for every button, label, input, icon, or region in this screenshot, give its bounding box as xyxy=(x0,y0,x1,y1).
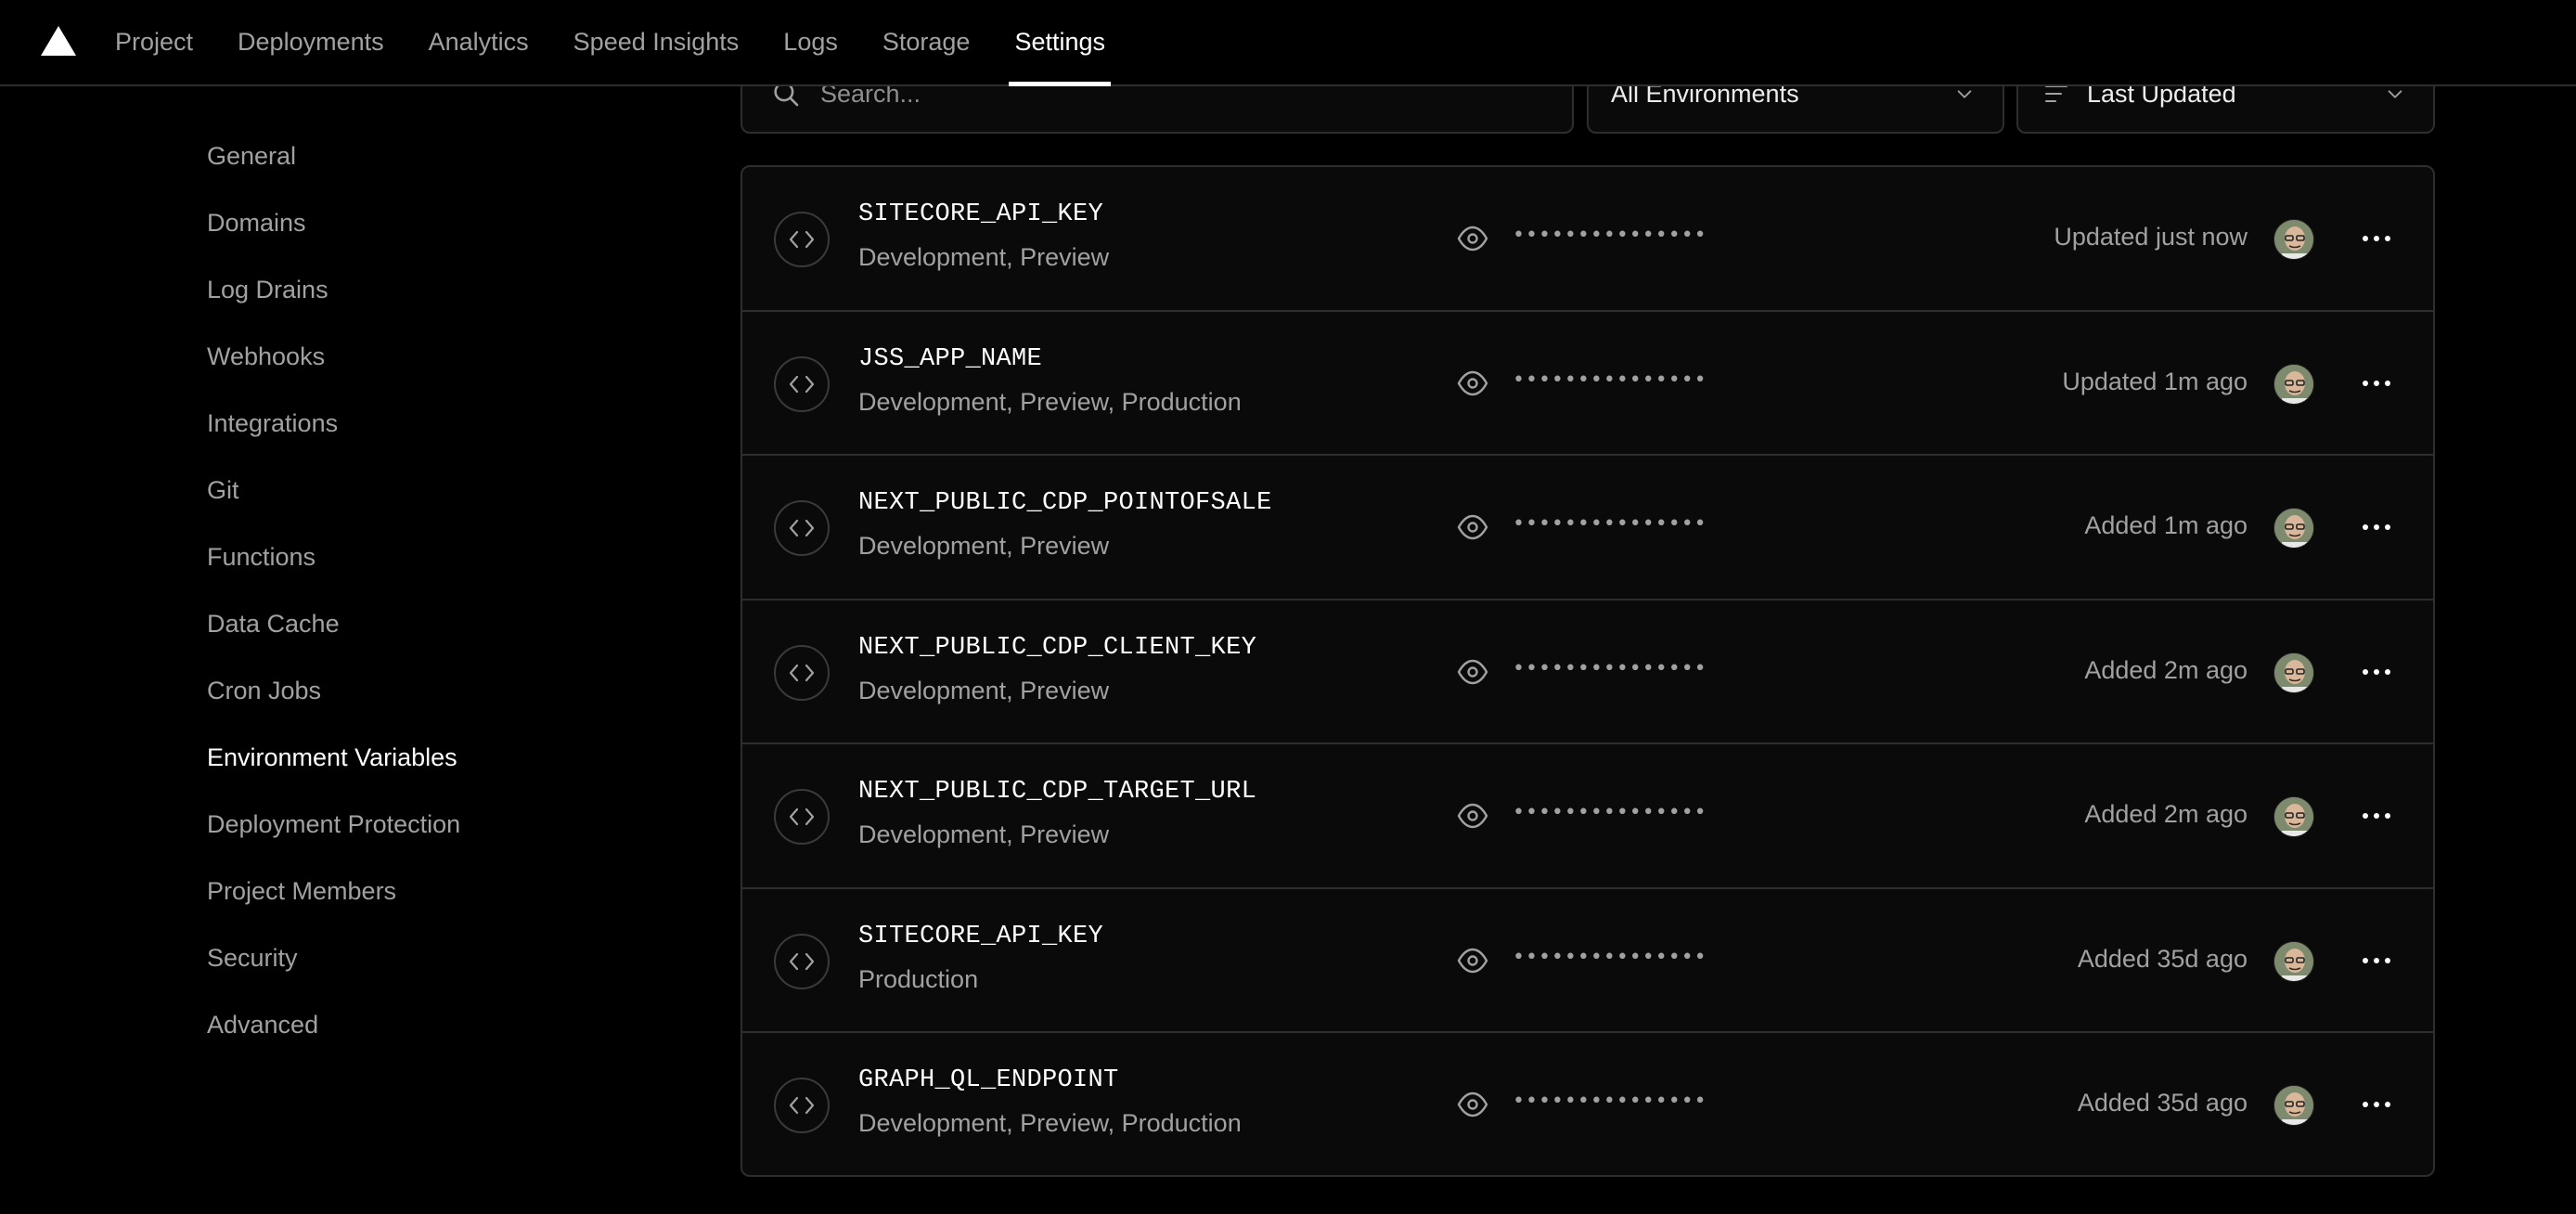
sidebar-item-data-cache[interactable]: Data Cache xyxy=(207,590,671,657)
env-variable-row[interactable]: NEXT_PUBLIC_CDP_TARGET_URL Development, … xyxy=(742,744,2433,889)
more-options-button[interactable] xyxy=(2363,802,2390,830)
updated-timestamp: Updated 1m ago xyxy=(2062,367,2248,395)
variable-environments: Development, Preview, Production xyxy=(858,1109,1242,1137)
masked-value: ••••••••••••••• xyxy=(1513,224,1707,247)
user-avatar[interactable] xyxy=(2273,796,2314,837)
code-icon xyxy=(774,355,830,412)
masked-value: ••••••••••••••• xyxy=(1513,1090,1707,1113)
eye-icon[interactable] xyxy=(1457,947,1488,975)
code-icon xyxy=(774,789,830,845)
variable-name: NEXT_PUBLIC_CDP_TARGET_URL xyxy=(858,778,1257,806)
nav-tab-deployments[interactable]: Deployments xyxy=(238,0,384,84)
eye-icon[interactable] xyxy=(1457,369,1488,397)
sidebar-item-domains[interactable]: Domains xyxy=(207,189,671,256)
sidebar-item-cron-jobs[interactable]: Cron Jobs xyxy=(207,657,671,724)
variable-name: NEXT_PUBLIC_CDP_CLIENT_KEY xyxy=(858,633,1257,662)
more-options-button[interactable] xyxy=(2363,1091,2390,1118)
masked-value: ••••••••••••••• xyxy=(1513,656,1707,680)
variable-name: SITECORE_API_KEY xyxy=(858,922,1104,950)
settings-sidebar: General Domains Log Drains Webhooks Inte… xyxy=(207,123,671,1058)
sidebar-item-project-members[interactable]: Project Members xyxy=(207,858,671,924)
code-icon xyxy=(774,933,830,989)
variable-environments: Development, Preview xyxy=(858,820,1110,848)
sidebar-item-log-drains[interactable]: Log Drains xyxy=(207,256,671,323)
top-header: Project Deployments Analytics Speed Insi… xyxy=(0,0,2576,86)
more-options-button[interactable] xyxy=(2363,513,2390,541)
more-options-button[interactable] xyxy=(2363,369,2390,397)
nav-tab-project[interactable]: Project xyxy=(115,0,193,84)
masked-value: ••••••••••••••• xyxy=(1513,801,1707,824)
user-avatar[interactable] xyxy=(2273,1085,2314,1126)
masked-value: ••••••••••••••• xyxy=(1513,512,1707,536)
sidebar-item-webhooks[interactable]: Webhooks xyxy=(207,323,671,390)
variable-environments: Development, Preview, Production xyxy=(858,387,1242,416)
user-avatar[interactable] xyxy=(2273,363,2314,405)
nav-tab-speed-insights[interactable]: Speed Insights xyxy=(573,0,740,84)
updated-timestamp: Added 2m ago xyxy=(2084,800,2248,828)
updated-timestamp: Added 1m ago xyxy=(2084,511,2248,539)
updated-timestamp: Updated just now xyxy=(2054,223,2248,251)
nav-tab-logs[interactable]: Logs xyxy=(783,0,838,84)
sidebar-item-integrations[interactable]: Integrations xyxy=(207,390,671,457)
code-icon xyxy=(774,212,830,267)
env-variable-row[interactable]: NEXT_PUBLIC_CDP_POINTOFSALE Development,… xyxy=(742,456,2433,601)
variable-name: GRAPH_QL_ENDPOINT xyxy=(858,1066,1119,1094)
code-icon xyxy=(774,644,830,701)
user-avatar[interactable] xyxy=(2273,508,2314,549)
variable-environments: Production xyxy=(858,964,979,993)
updated-timestamp: Added 35d ago xyxy=(2077,944,2248,973)
env-variable-row[interactable]: NEXT_PUBLIC_CDP_CLIENT_KEY Development, … xyxy=(742,601,2433,744)
more-options-button[interactable] xyxy=(2363,658,2390,686)
variable-environments: Development, Preview xyxy=(858,676,1110,704)
eye-icon[interactable] xyxy=(1457,802,1488,830)
eye-icon[interactable] xyxy=(1457,658,1488,686)
sidebar-item-security[interactable]: Security xyxy=(207,924,671,991)
user-avatar[interactable] xyxy=(2273,652,2314,693)
sidebar-item-general[interactable]: General xyxy=(207,123,671,189)
variable-environments: Development, Preview xyxy=(858,532,1110,560)
updated-timestamp: Added 2m ago xyxy=(2084,655,2248,684)
chevron-down-icon xyxy=(2388,90,2402,98)
sort-lines-icon xyxy=(2045,85,2067,102)
user-avatar[interactable] xyxy=(2273,219,2314,260)
sidebar-item-environment-variables[interactable]: Environment Variables xyxy=(207,724,671,791)
masked-value: ••••••••••••••• xyxy=(1513,945,1707,969)
more-options-button[interactable] xyxy=(2363,947,2390,975)
code-icon xyxy=(774,1078,830,1133)
env-variable-row[interactable]: JSS_APP_NAME Development, Preview, Produ… xyxy=(742,312,2433,456)
env-variable-row[interactable]: SITECORE_API_KEY Production ••••••••••••… xyxy=(742,889,2433,1033)
more-options-button[interactable] xyxy=(2363,225,2390,252)
code-icon xyxy=(774,500,830,556)
nav-tab-storage[interactable]: Storage xyxy=(882,0,971,84)
user-avatar[interactable] xyxy=(2273,940,2314,982)
nav-tab-settings[interactable]: Settings xyxy=(1009,0,1111,86)
sidebar-item-functions[interactable]: Functions xyxy=(207,523,671,590)
updated-timestamp: Added 35d ago xyxy=(2077,1089,2248,1117)
variable-name: JSS_APP_NAME xyxy=(858,344,1043,373)
env-variable-row[interactable]: SITECORE_API_KEY Development, Preview ••… xyxy=(742,167,2433,312)
top-nav: Project Deployments Analytics Speed Insi… xyxy=(115,0,1150,86)
variable-environments: Development, Preview xyxy=(858,243,1110,271)
eye-icon[interactable] xyxy=(1457,513,1488,541)
variable-name: NEXT_PUBLIC_CDP_POINTOFSALE xyxy=(858,489,1272,517)
chevron-down-icon xyxy=(1957,90,1972,98)
sidebar-item-deployment-protection[interactable]: Deployment Protection xyxy=(207,791,671,858)
env-variables-table: SITECORE_API_KEY Development, Preview ••… xyxy=(741,165,2435,1177)
env-variable-row[interactable]: GRAPH_QL_ENDPOINT Development, Preview, … xyxy=(742,1033,2433,1175)
eye-icon[interactable] xyxy=(1457,225,1488,252)
sidebar-item-git[interactable]: Git xyxy=(207,457,671,523)
masked-value: ••••••••••••••• xyxy=(1513,368,1707,392)
eye-icon[interactable] xyxy=(1457,1091,1488,1118)
triangle-logo-icon[interactable] xyxy=(41,26,76,56)
nav-tab-analytics[interactable]: Analytics xyxy=(429,0,529,84)
sidebar-item-advanced[interactable]: Advanced xyxy=(207,991,671,1058)
variable-name: SITECORE_API_KEY xyxy=(858,200,1104,228)
